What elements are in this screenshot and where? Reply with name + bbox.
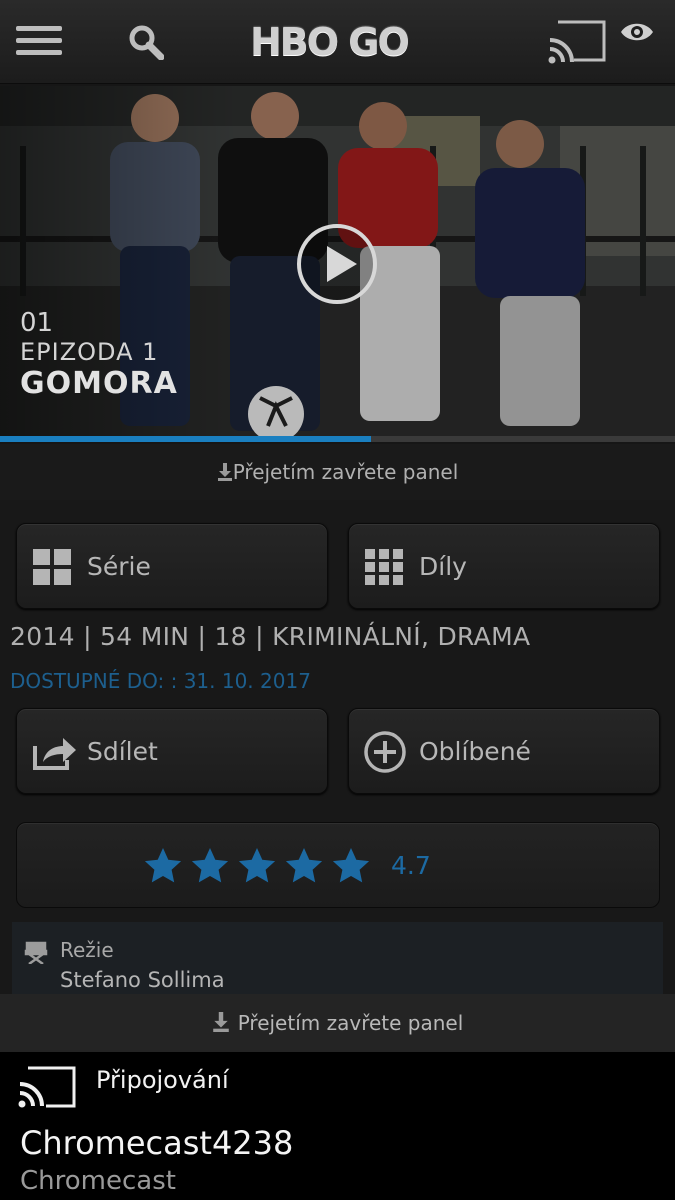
availability-date: DOSTUPNÉ DO: : 31. 10. 2017 (10, 669, 311, 693)
episode-meta-info: 2014 | 54 MIN | 18 | KRIMINÁLNÍ, DRAMA (10, 622, 531, 651)
playback-progress-fill (0, 436, 372, 442)
eye-icon[interactable] (620, 20, 654, 44)
episodes-button-label: Díly (419, 552, 467, 581)
rating-star-2[interactable] (191, 848, 229, 883)
rating-star-3[interactable] (238, 848, 276, 883)
swipe-close-hint-text: Přejetím zavřete panel (232, 460, 459, 484)
series-button[interactable]: Série (16, 523, 328, 609)
logo-text: HBO GO (250, 20, 410, 64)
rating-star-4[interactable] (285, 848, 323, 883)
favorites-button-label: Oblíbené (419, 737, 531, 766)
play-icon[interactable] (295, 222, 379, 306)
share-button-label: Sdílet (87, 737, 158, 766)
cast-device-type: Chromecast (20, 1166, 176, 1196)
share-button[interactable]: Sdílet (16, 708, 328, 794)
cast-icon[interactable] (548, 20, 606, 64)
rating-stars[interactable] (143, 845, 373, 887)
cast-icon (18, 1066, 76, 1108)
rating-value: 4.7 (391, 851, 431, 880)
episode-number: 01 (20, 308, 54, 338)
director-label: Režie (60, 938, 114, 962)
swipe-close-hint-text: Přejetím zavřete panel (237, 1011, 464, 1035)
hbo-go-logo: HBO GO (250, 18, 425, 66)
cast-device-name[interactable]: Chromecast4238 (20, 1124, 293, 1162)
episodes-button[interactable]: Díly (348, 523, 660, 609)
cast-status: Připojování (96, 1066, 229, 1094)
director-name: Stefano Sollima (60, 968, 225, 992)
add-circle-icon (364, 731, 406, 773)
director-info: Režie Stefano Sollima (12, 922, 663, 994)
share-icon (33, 738, 76, 770)
episode-label: EPIZODA 1 (20, 338, 159, 366)
favorites-button[interactable]: Oblíbené (348, 708, 660, 794)
playback-progress-bar (0, 436, 675, 442)
series-button-label: Série (87, 552, 151, 581)
rating-widget[interactable]: 4.7 (16, 822, 660, 908)
top-app-bar: HBO GO (0, 0, 675, 84)
grid-small-icon (365, 549, 403, 585)
hamburger-menu-icon[interactable] (16, 26, 62, 56)
director-chair-icon (24, 941, 48, 964)
download-arrow-icon (212, 1012, 229, 1032)
rating-star-1[interactable] (144, 848, 182, 883)
episode-hero-image[interactable]: 01 EPIZODA 1 GOMORA (0, 86, 675, 442)
grid-large-icon (33, 549, 71, 585)
cast-connection-sheet[interactable]: Připojování Chromecast4238 Chromecast (0, 1052, 675, 1200)
search-icon[interactable] (128, 24, 164, 60)
swipe-close-hint-bottom[interactable]: Přejetím zavřete panel (0, 994, 675, 1052)
show-title: GOMORA (20, 366, 178, 401)
rating-star-5[interactable] (332, 848, 370, 883)
swipe-close-hint-top[interactable]: Přejetím zavřete panel (0, 444, 675, 500)
download-arrow-icon (217, 463, 232, 481)
